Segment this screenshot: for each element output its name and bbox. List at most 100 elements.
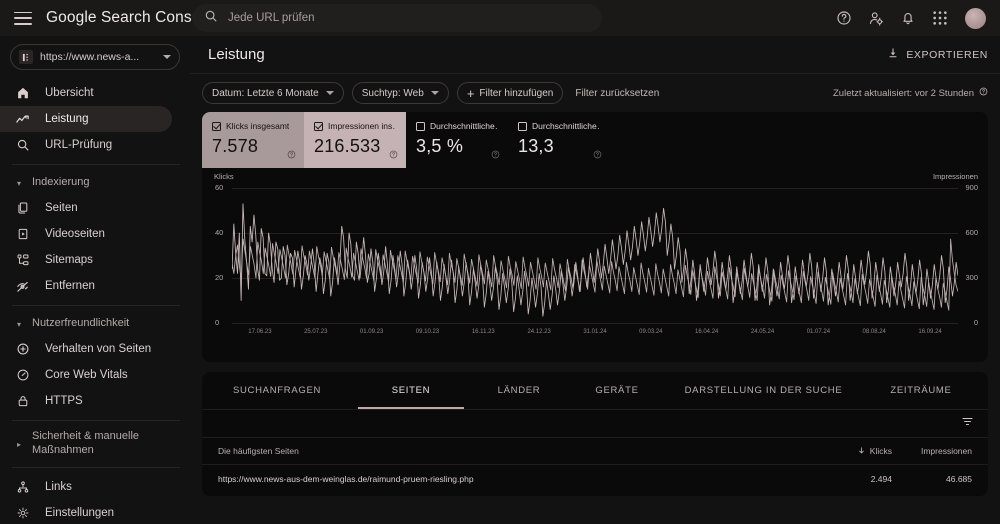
sidebar-item-label: Übersicht	[45, 87, 94, 99]
y-tick-right: 300	[965, 273, 978, 282]
sidebar: https://www.news-a... Übersicht Leistung	[0, 36, 190, 524]
sidebar-group-nutzerfreundlichkeit[interactable]: ▾ Nutzerfreundlichkeit	[0, 312, 190, 336]
sidebar-item-sitemaps[interactable]: Sitemaps	[0, 247, 172, 273]
page-title: Leistung	[208, 46, 265, 63]
date-filter-chip[interactable]: Datum: Letzte 6 Monate	[202, 82, 344, 104]
tab-darstellung-in-der-suche[interactable]: DARSTELLUNG IN DER SUCHE	[666, 372, 861, 409]
trending-up-icon	[14, 112, 31, 127]
checkbox-icon[interactable]	[212, 121, 221, 131]
x-tick: 24.12.23	[527, 329, 551, 335]
sidebar-item-label: Entfernen	[45, 280, 95, 292]
account-settings-icon[interactable]	[863, 5, 889, 31]
notifications-bell-icon[interactable]	[895, 5, 921, 31]
sidebar-group-sicherheit[interactable]: ▸ Sicherheit & manuelle Maßnahmen	[0, 427, 190, 461]
reset-filter-button[interactable]: Filter zurücksetzen	[575, 88, 659, 99]
help-circle-icon[interactable]	[593, 146, 602, 164]
hamburger-icon[interactable]	[14, 11, 32, 25]
column-header-clicks[interactable]: Klicks	[796, 446, 892, 457]
sidebar-group-label: Indexierung	[32, 176, 90, 189]
cell-impressions: 46.685	[946, 474, 972, 484]
y-tick-right: 0	[973, 318, 978, 327]
y-tick-left: 40	[215, 228, 224, 237]
checkbox-icon[interactable]	[416, 121, 425, 131]
y-tick-right: 900	[965, 183, 978, 192]
last-updated-label: Zuletzt aktualisiert: vor 2 Stunden	[833, 87, 974, 99]
help-icon[interactable]	[831, 5, 857, 31]
filter-funnel-icon[interactable]	[961, 415, 974, 433]
checkbox-icon[interactable]	[314, 121, 323, 131]
x-tick: 08.08.24	[862, 329, 886, 335]
sidebar-group-label: Sicherheit & manuelle Maßnahmen	[32, 430, 140, 456]
sidebar-item-leistung[interactable]: Leistung	[0, 106, 172, 132]
tab-geräte[interactable]: GERÄTE	[568, 372, 666, 409]
performance-chart-card: Klicks insgesamt 7.578 Impressionen ins…	[202, 112, 988, 362]
help-circle-icon[interactable]	[389, 146, 398, 164]
sidebar-item-entfernen[interactable]: Entfernen	[0, 273, 172, 299]
metric-card-clicks[interactable]: Klicks insgesamt 7.578	[202, 112, 304, 168]
download-icon	[887, 47, 899, 62]
metric-label: Klicks insgesamt	[226, 121, 290, 131]
add-filter-chip[interactable]: + Filter hinzufügen	[456, 82, 564, 104]
chart-line-klicks	[232, 203, 958, 317]
x-tick: 16.11.23	[471, 329, 495, 335]
dimension-tabs: SUCHANFRAGEN SEITEN LÄNDER GERÄTE DARSTELLUN…	[202, 372, 988, 410]
plus-icon: +	[466, 85, 475, 101]
search-input[interactable]	[228, 12, 558, 24]
export-button[interactable]: EXPORTIEREN	[887, 47, 988, 62]
metric-card-ctr[interactable]: Durchschnittliche… 3,5 %	[406, 112, 508, 168]
x-tick: 01.07.24	[806, 329, 831, 335]
sidebar-item-label: Links	[45, 481, 72, 493]
sidebar-item-videoseiten[interactable]: Videoseiten	[0, 221, 172, 247]
metric-card-impressions[interactable]: Impressionen ins… 216.533	[304, 112, 406, 168]
chart-lines	[232, 203, 958, 317]
divider	[12, 305, 180, 306]
apps-grid-icon[interactable]	[927, 5, 953, 31]
column-header-clicks-label: Klicks	[869, 446, 892, 456]
search-type-chip[interactable]: Suchtyp: Web	[351, 82, 449, 104]
cell-page-url: https://www.news-aus-dem-weinglas.de/rai…	[218, 474, 474, 484]
help-circle-icon[interactable]	[979, 87, 988, 99]
sidebar-group-indexierung[interactable]: ▾ Indexierung	[0, 171, 190, 195]
url-inspection-search[interactable]	[192, 4, 602, 32]
sidebar-item-https[interactable]: HTTPS	[0, 388, 172, 414]
pages-icon	[14, 201, 31, 215]
sidebar-item-verhalten-von-seiten[interactable]: Verhalten von Seiten	[0, 336, 172, 362]
home-icon	[14, 86, 31, 100]
performance-plot: Klicks Impressionen 0 20 40 60 0 300 600 900 1…	[202, 168, 988, 362]
x-tick: 01.09.23	[359, 329, 384, 335]
tab-länder[interactable]: LÄNDER	[470, 372, 568, 409]
search-icon	[14, 138, 31, 152]
table-header: Die häufigsten Seiten Klicks Impressione…	[202, 438, 988, 465]
date-filter-label: Datum: Letzte 6 Monate	[212, 87, 319, 99]
gear-icon	[14, 506, 31, 520]
sidebar-item-uebersicht[interactable]: Übersicht	[0, 80, 172, 106]
sidebar-item-einstellungen[interactable]: Einstellungen	[0, 500, 172, 524]
video-page-icon	[14, 227, 31, 241]
tab-seiten[interactable]: SEITEN	[352, 372, 470, 409]
tab-suchanfragen[interactable]: SUCHANFRAGEN	[202, 372, 352, 409]
sidebar-item-seiten[interactable]: Seiten	[0, 195, 172, 221]
cell-clicks: 2.494	[870, 474, 892, 484]
avatar[interactable]	[965, 7, 986, 29]
sidebar-item-label: Einstellungen	[45, 507, 115, 519]
help-circle-icon[interactable]	[287, 146, 296, 164]
metric-card-position[interactable]: Durchschnittliche… 13,3	[508, 112, 610, 168]
x-tick: 09.03.24	[639, 329, 663, 335]
tab-zeiträume[interactable]: ZEITRÄUME	[861, 372, 981, 409]
sidebar-item-links[interactable]: Links	[0, 474, 172, 500]
table-row[interactable]: https://www.news-aus-dem-weinglas.de/rai…	[202, 465, 988, 493]
x-tick: 16.04.24	[695, 329, 719, 335]
y-tick-left: 20	[215, 273, 224, 282]
metric-value: 7.578	[212, 136, 259, 156]
sidebar-item-url-pruefung[interactable]: URL-Prüfung	[0, 132, 172, 158]
last-updated: Zuletzt aktualisiert: vor 2 Stunden	[833, 87, 988, 99]
site-favicon-icon	[19, 50, 33, 64]
checkbox-icon[interactable]	[518, 121, 527, 131]
sidebar-item-core-web-vitals[interactable]: Core Web Vitals	[0, 362, 172, 388]
help-circle-icon[interactable]	[491, 146, 500, 164]
sidebar-item-label: Videoseiten	[45, 228, 105, 240]
filter-bar: Datum: Letzte 6 Monate Suchtyp: Web + Fi…	[190, 74, 1000, 112]
chevron-down-icon	[325, 91, 334, 95]
speedometer-icon	[14, 368, 31, 382]
property-selector[interactable]: https://www.news-a...	[10, 44, 180, 70]
